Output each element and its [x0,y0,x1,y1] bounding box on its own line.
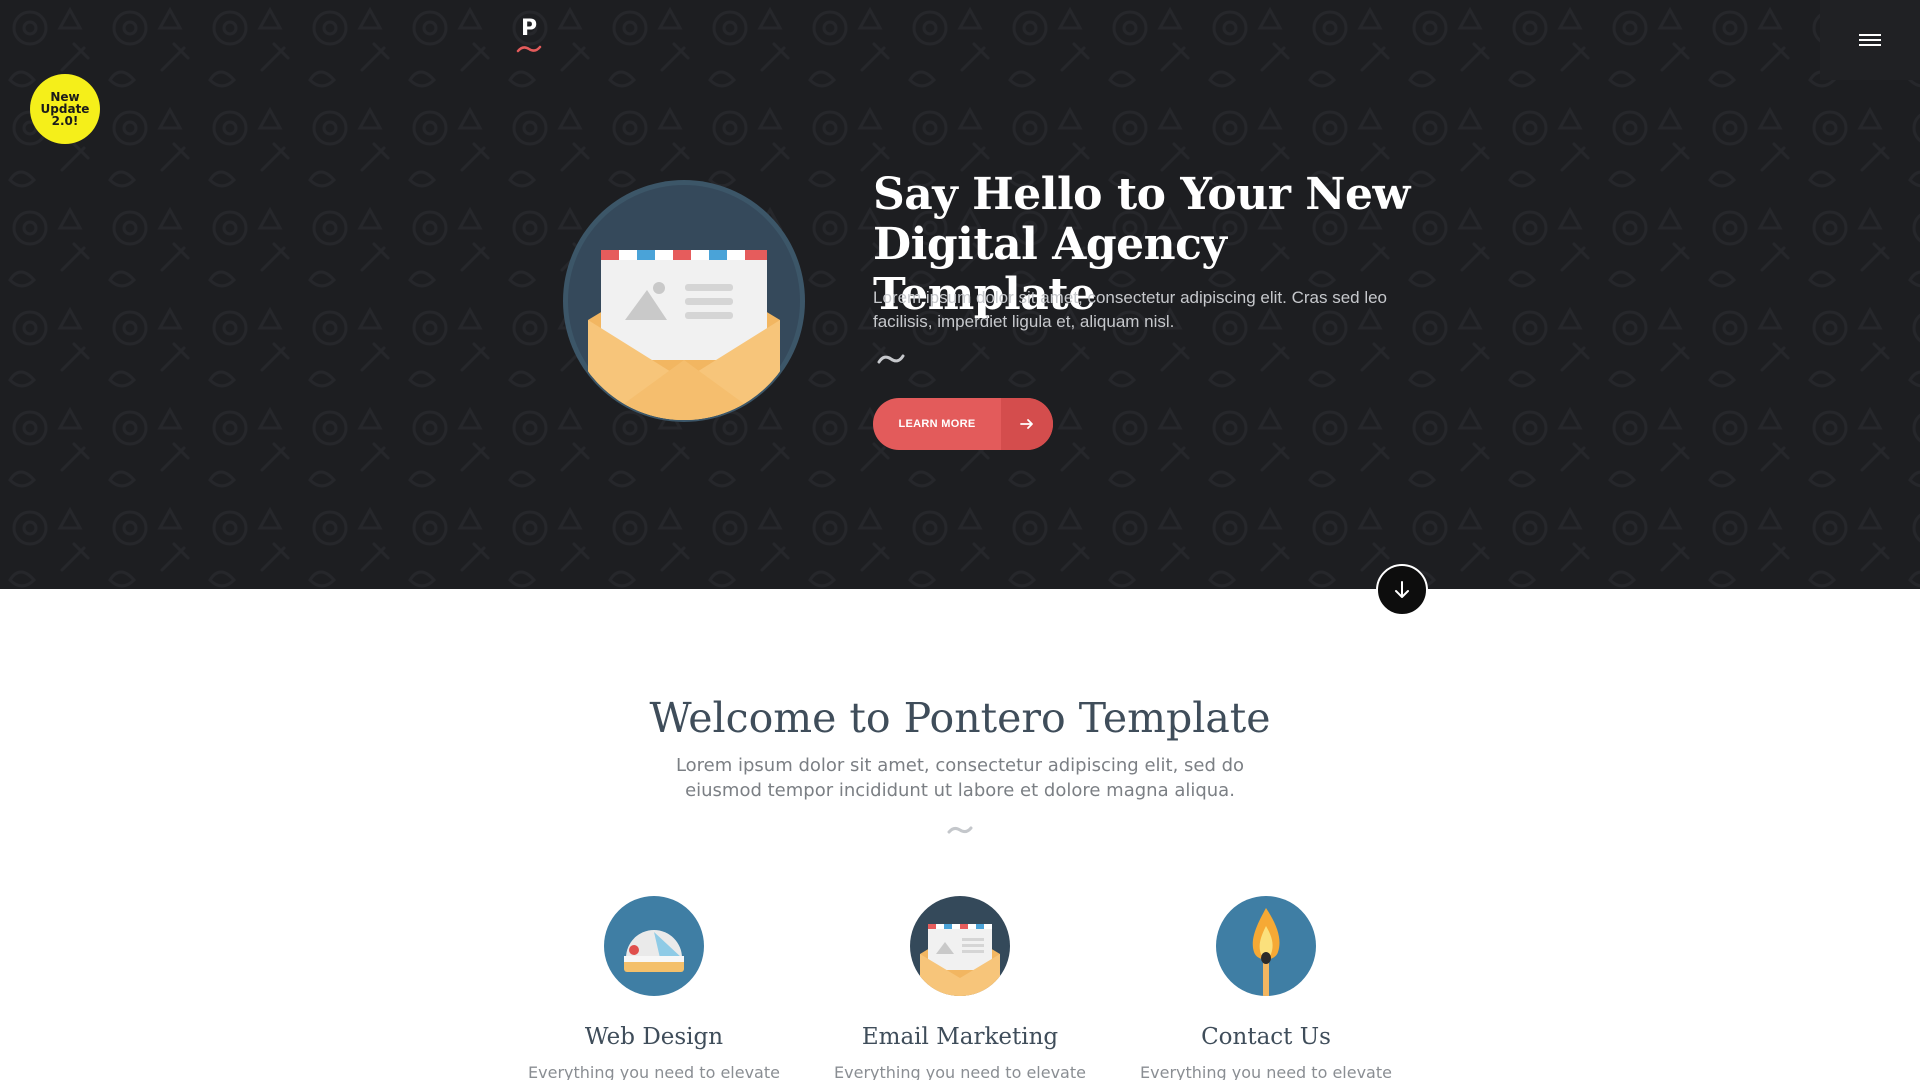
hero-section: P New Update 2.0! Say Hello to Your New … [0,0,1920,589]
logo-letter: P [520,16,538,41]
envelope-icon [910,896,1010,996]
feature-description: Everything you need to elevate [834,1063,1086,1080]
arrow-right-icon [1001,398,1053,450]
feature-title: Email Marketing [861,1024,1059,1050]
scroll-down-button[interactable] [1376,564,1428,616]
logo-tilde-icon [516,45,542,53]
web-design-icon [604,896,704,996]
tilde-divider-icon [877,354,905,364]
feature-web-design[interactable]: Web Design Everything you need to elevat… [494,896,814,1080]
update-badge-text: New Update 2.0! [40,90,90,128]
arrow-down-icon [1395,581,1409,598]
envelope-illustration-icon [563,180,805,422]
feature-title: Web Design [584,1024,724,1050]
tilde-divider-icon [947,826,973,834]
feature-description: Everything you need to elevate [1140,1063,1392,1080]
match-flame-icon [1216,896,1316,996]
feature-contact-us[interactable]: Contact Us Everything you need to elevat… [1106,896,1426,1080]
learn-more-button[interactable]: LEARN MORE [873,398,1053,450]
learn-more-label: LEARN MORE [898,418,976,430]
welcome-description: Lorem ipsum dolor sit amet, consectetur … [675,755,1245,801]
update-badge[interactable]: New Update 2.0! [30,74,100,144]
feature-title: Contact Us [1201,1024,1331,1050]
feature-email-marketing[interactable]: Email Marketing Everything you need to e… [800,896,1120,1080]
hero-description: Lorem ipsum dolor sit amet, consectetur … [873,288,1388,331]
hamburger-menu-icon [1859,34,1881,46]
feature-description: Everything you need to elevate [528,1063,780,1080]
menu-button[interactable] [1820,0,1920,80]
site-logo[interactable]: P [516,14,542,64]
welcome-title: Welcome to Pontero Template [649,694,1271,742]
